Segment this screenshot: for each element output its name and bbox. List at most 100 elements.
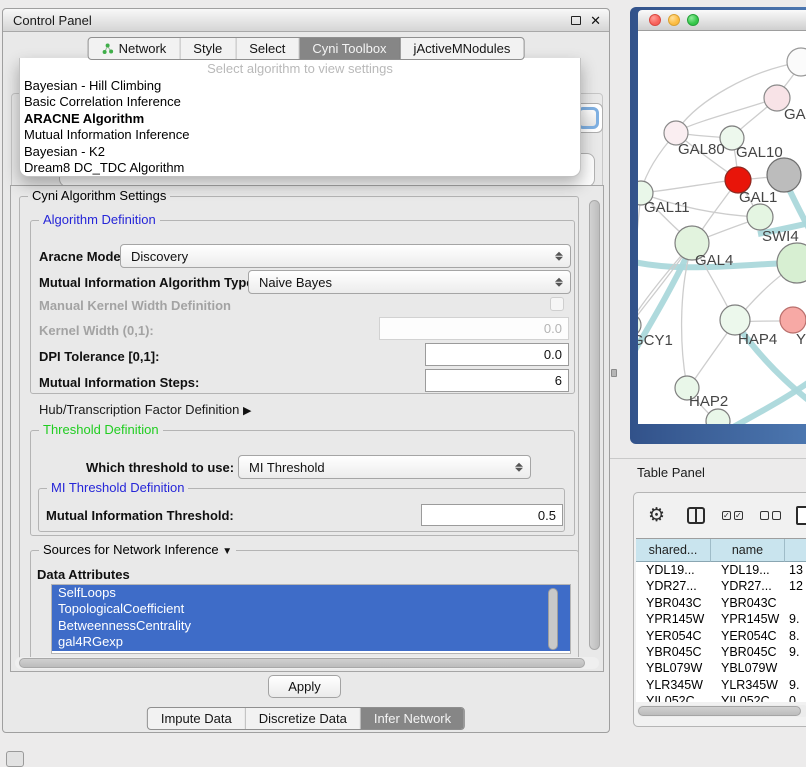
unchecked-box-icon: [772, 511, 781, 520]
tab-infer-network[interactable]: Infer Network: [361, 708, 464, 729]
stepper-arrows-icon: [515, 461, 523, 474]
columns-icon[interactable]: [687, 507, 705, 524]
float-panel-icon[interactable]: [571, 16, 581, 25]
collapsed-panel-icon[interactable]: [6, 751, 24, 767]
kernel-width-field[interactable]: 0.0: [379, 317, 569, 340]
algorithm-definition-title: Algorithm Definition: [39, 212, 160, 227]
attribute-item-gal4rgexp[interactable]: gal4RGexp: [52, 634, 570, 650]
dropdown-item-aracne-algorithm[interactable]: ARACNE Algorithm: [20, 111, 580, 127]
node-label-hap4: HAP4: [738, 331, 777, 348]
network-edge[interactable]: [726, 371, 806, 424]
dropdown-item-bayesian-hill-climbing[interactable]: Bayesian - Hill Climbing: [20, 78, 580, 94]
tab-impute-data[interactable]: Impute Data: [148, 708, 246, 729]
aracne-mode-value: Discovery: [131, 249, 188, 264]
attribute-item-topologicalcoefficient[interactable]: TopologicalCoefficient: [52, 601, 570, 617]
network-window-titlebar[interactable]: [638, 10, 806, 31]
dropdown-item-dream8-dc-tdc-algorithm[interactable]: Dream8 DC_TDC Algorithm: [20, 160, 580, 176]
column-header-a[interactable]: A: [785, 539, 806, 562]
table-row[interactable]: YDR27...YDR27...12: [636, 578, 806, 594]
minimize-traffic-light-icon[interactable]: [668, 14, 680, 26]
node-label-gal4: GAL4: [695, 252, 733, 269]
dpi-tolerance-field[interactable]: 0.0: [425, 343, 569, 366]
tab-discretize-data[interactable]: Discretize Data: [246, 708, 361, 729]
bottom-tabs: Impute DataDiscretize DataInfer Network: [147, 707, 465, 730]
dropdown-item-basic-correlation-inference[interactable]: Basic Correlation Inference: [20, 94, 580, 110]
hub-definition-toggle[interactable]: Hub/Transcription Factor Definition ▶: [39, 402, 251, 417]
table-row[interactable]: YLR345WYLR345W9.: [636, 677, 806, 693]
close-traffic-light-icon[interactable]: [649, 14, 661, 26]
column-header-shared[interactable]: shared...: [636, 539, 711, 562]
deselect-all-icon[interactable]: [760, 511, 781, 520]
column-header-name[interactable]: name: [711, 539, 785, 562]
attribute-item-betweennesscentrality[interactable]: BetweennessCentrality: [52, 618, 570, 634]
table-cell: [785, 660, 806, 676]
table-cell: YIL052C: [636, 693, 711, 702]
tab-label: Select: [249, 38, 285, 59]
table-cell: 0.: [785, 693, 806, 702]
tab-label: jActiveMNodules: [414, 38, 511, 59]
tab-jactivemnodules[interactable]: jActiveMNodules: [401, 38, 524, 59]
table-cell: YBR043C: [636, 595, 711, 611]
network-node[interactable]: [767, 158, 801, 192]
which-threshold-combo[interactable]: MI Threshold: [238, 455, 531, 479]
mi-threshold-value: 0.5: [538, 508, 556, 523]
settings-scrollbar-thumb[interactable]: [589, 200, 600, 650]
network-node[interactable]: [777, 243, 806, 283]
network-canvas[interactable]: GALGAL80GAL10GAL1GAL11SWI4GAL4HAP4YGCY1H…: [638, 31, 806, 424]
export-table-icon[interactable]: [796, 506, 806, 525]
network-icon: [102, 43, 114, 55]
settings-hscrollbar-thumb[interactable]: [19, 658, 585, 668]
table-cell: [785, 595, 806, 611]
table-row[interactable]: YBR043CYBR043C: [636, 595, 806, 611]
table-row[interactable]: YIL052CYIL052C0.: [636, 693, 806, 702]
table-row[interactable]: YBL079WYBL079W: [636, 660, 806, 676]
attributes-scrollbar-thumb[interactable]: [548, 588, 558, 650]
network-edge[interactable]: [638, 193, 641, 323]
table-cell: 12: [785, 578, 806, 594]
sources-title[interactable]: Sources for Network Inference ▼: [39, 542, 236, 557]
manual-kernel-checkbox[interactable]: [550, 297, 564, 311]
mi-steps-field[interactable]: 6: [425, 369, 569, 392]
zoom-traffic-light-icon[interactable]: [687, 14, 699, 26]
network-edge[interactable]: [641, 180, 735, 193]
table-cell: YBL079W: [636, 660, 711, 676]
splitter-handle[interactable]: [611, 369, 617, 377]
table-row[interactable]: YPR145WYPR145W9.: [636, 611, 806, 627]
table-cell: YBR045C: [636, 644, 711, 660]
node-label-gcy1: GCY1: [638, 332, 673, 349]
tab-network[interactable]: Network: [89, 38, 181, 59]
mi-threshold-field[interactable]: 0.5: [421, 504, 563, 526]
table-row[interactable]: YER054CYER054C8.: [636, 628, 806, 644]
dropdown-item-bayesian-k2[interactable]: Bayesian - K2: [20, 144, 580, 160]
select-all-icon[interactable]: ✓✓: [722, 511, 743, 520]
control-panel-titlebar[interactable]: Control Panel ✕: [3, 9, 609, 32]
network-edge[interactable]: [678, 98, 777, 131]
mi-type-combo[interactable]: Naive Bayes: [248, 270, 571, 294]
apply-button[interactable]: Apply: [268, 675, 341, 698]
tab-select[interactable]: Select: [236, 38, 299, 59]
node-table[interactable]: shared...nameAYDL19...YDL19...13YDR27...…: [636, 538, 806, 702]
tab-cyni-toolbox[interactable]: Cyni Toolbox: [299, 38, 400, 59]
stepper-arrows-icon: [555, 276, 563, 289]
table-hscrollbar-thumb[interactable]: [638, 706, 801, 716]
dropdown-item-mutual-information-inference[interactable]: Mutual Information Inference: [20, 127, 580, 143]
table-row[interactable]: YBR045CYBR045C9.: [636, 644, 806, 660]
table-hscrollbar[interactable]: [637, 705, 806, 717]
network-node[interactable]: [706, 409, 730, 424]
attribute-item-selfloops[interactable]: SelfLoops: [52, 585, 570, 601]
network-node[interactable]: [780, 307, 806, 333]
data-attributes-list[interactable]: SelfLoopsTopologicalCoefficientBetweenne…: [51, 584, 571, 654]
gear-icon[interactable]: ⚙: [648, 504, 665, 527]
dpi-tolerance-value: 0.0: [544, 347, 562, 362]
aracne-mode-combo[interactable]: Discovery: [120, 244, 571, 268]
network-node[interactable]: [787, 48, 806, 76]
network-node[interactable]: [747, 204, 773, 230]
tab-style[interactable]: Style: [180, 38, 236, 59]
close-icon[interactable]: ✕: [590, 14, 601, 27]
network-graph[interactable]: GALGAL80GAL10GAL1GAL11SWI4GAL4HAP4YGCY1H…: [638, 31, 806, 424]
settings-hscrollbar[interactable]: [15, 657, 599, 669]
table-cell: 9.: [785, 644, 806, 660]
table-row[interactable]: YDL19...YDL19...13: [636, 562, 806, 578]
table-cell: YER054C: [711, 628, 785, 644]
control-panel-title: Control Panel: [13, 13, 571, 28]
